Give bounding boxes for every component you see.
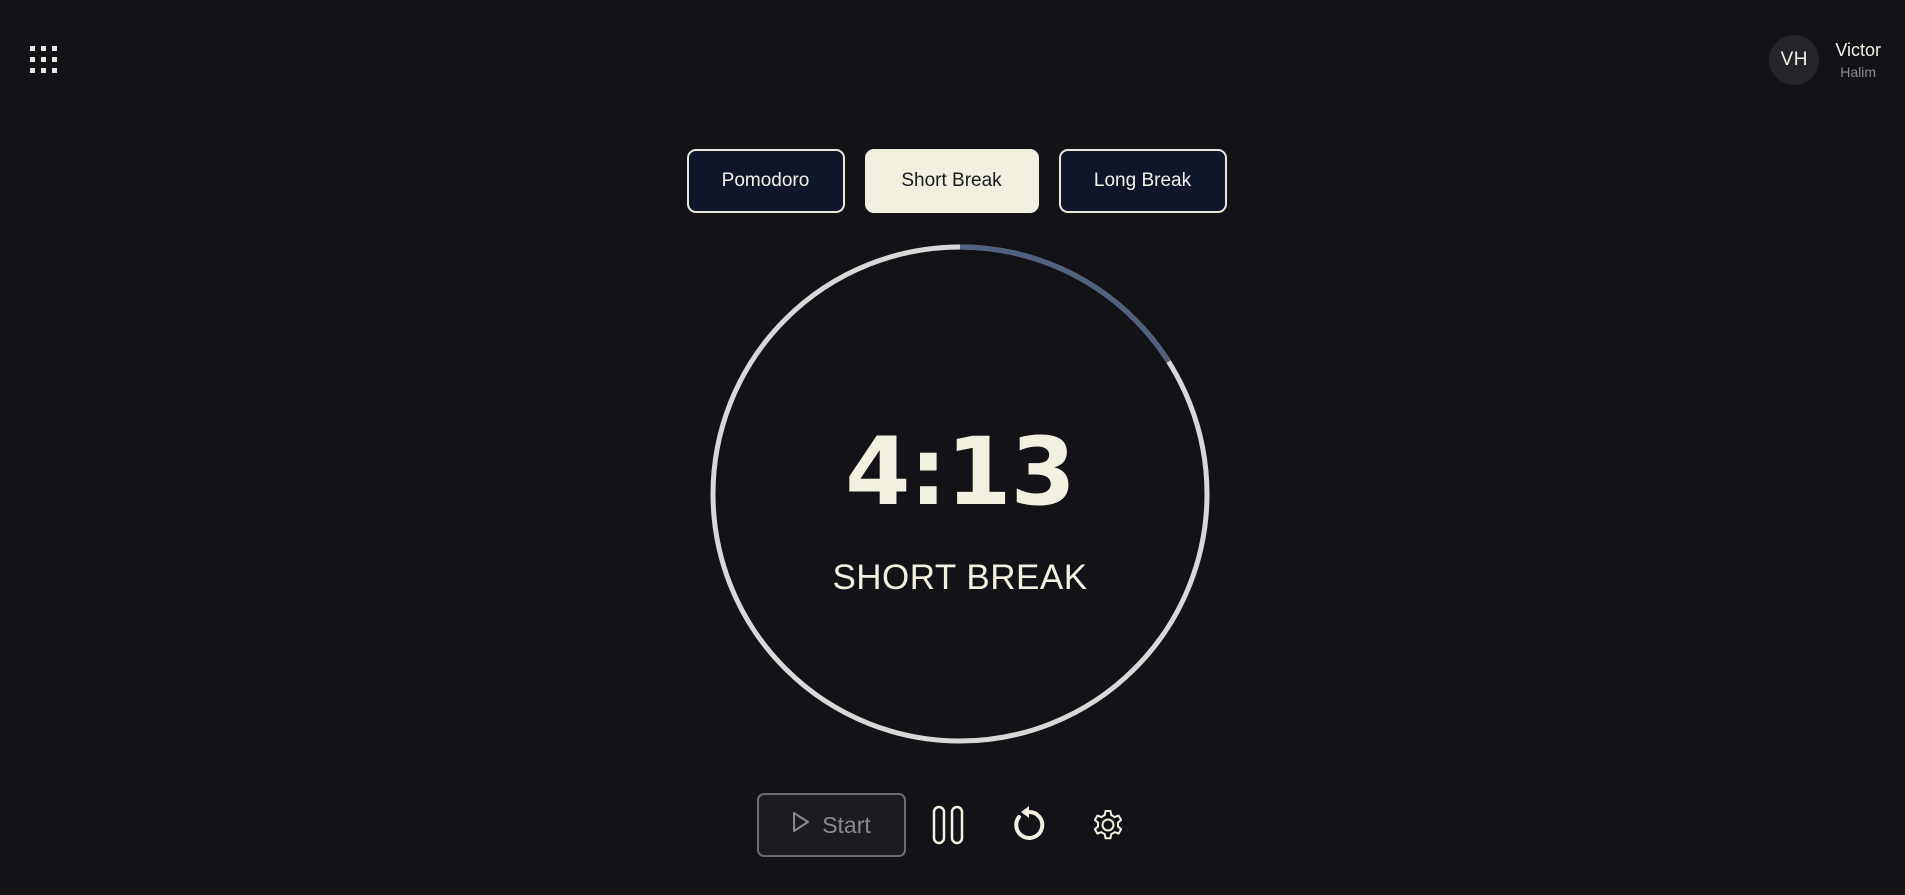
play-icon (792, 811, 810, 839)
grid-menu-icon[interactable] (30, 46, 58, 74)
user-profile[interactable]: VH Victor Halim (1769, 35, 1881, 85)
timer-display: 4:13 (845, 418, 1076, 527)
tab-pomodoro[interactable]: Pomodoro (686, 149, 845, 213)
timer-ring: 4:13 SHORT BREAK (708, 242, 1212, 746)
tab-long-break[interactable]: Long Break (1058, 149, 1227, 213)
reset-icon[interactable] (1010, 805, 1048, 845)
start-button-label: Start (822, 811, 871, 838)
user-name-block: Victor Halim (1835, 40, 1881, 80)
avatar[interactable]: VH (1769, 35, 1820, 85)
timer-mode-label: SHORT BREAK (832, 558, 1088, 597)
user-last-name: Halim (1840, 63, 1877, 80)
timer-controls: Start (757, 793, 1126, 857)
gear-icon[interactable] (1090, 807, 1126, 843)
pause-icon[interactable] (932, 805, 964, 845)
user-first-name: Victor (1835, 40, 1881, 61)
tab-short-break[interactable]: Short Break (864, 149, 1039, 213)
mode-tabs: Pomodoro Short Break Long Break (0, 149, 1905, 213)
start-button[interactable]: Start (757, 793, 906, 857)
pomodoro-app: VH Victor Halim Pomodoro Short Break Lon… (0, 0, 1905, 895)
